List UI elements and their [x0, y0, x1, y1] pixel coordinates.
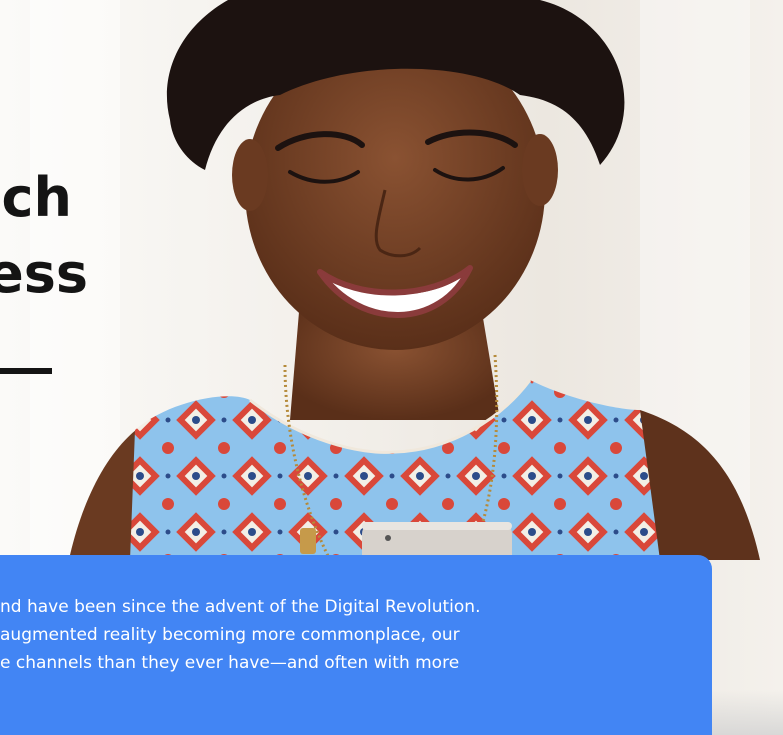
info-card-text-line: augmented reality becoming more commonpl… [0, 625, 460, 645]
hero-headline-line: ess [0, 242, 88, 305]
card-edge-shadow [712, 690, 783, 735]
hero-headline-line: ch [1, 166, 72, 229]
info-card-text-line: e channels than they ever have—and often… [0, 653, 460, 673]
info-card-text: nd have been since the advent of the Dig… [0, 593, 712, 677]
hero-section: ch ess nd have been since the advent of … [0, 0, 783, 735]
hero-headline: ch ess [0, 160, 200, 312]
info-card-text-line: nd have been since the advent of the Dig… [0, 597, 481, 617]
headline-underline [0, 368, 52, 374]
